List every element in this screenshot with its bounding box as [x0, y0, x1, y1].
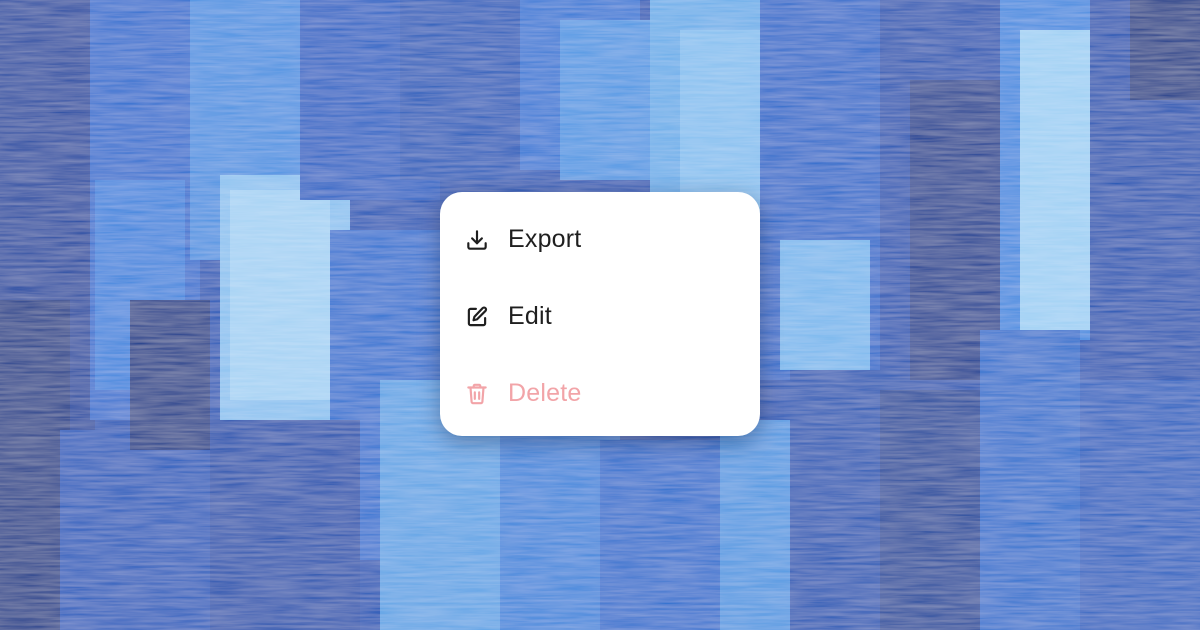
menu-item-edit[interactable]: Edit [440, 278, 760, 355]
menu-item-delete[interactable]: Delete [440, 355, 760, 432]
menu-item-label: Export [508, 225, 582, 253]
trash-icon [464, 381, 490, 407]
menu-item-export[interactable]: Export [440, 201, 760, 278]
menu-item-label: Edit [508, 302, 552, 330]
context-menu: Export Edit Delete [440, 192, 760, 436]
edit-icon [464, 304, 490, 330]
menu-item-label: Delete [508, 379, 582, 407]
download-icon [464, 227, 490, 253]
